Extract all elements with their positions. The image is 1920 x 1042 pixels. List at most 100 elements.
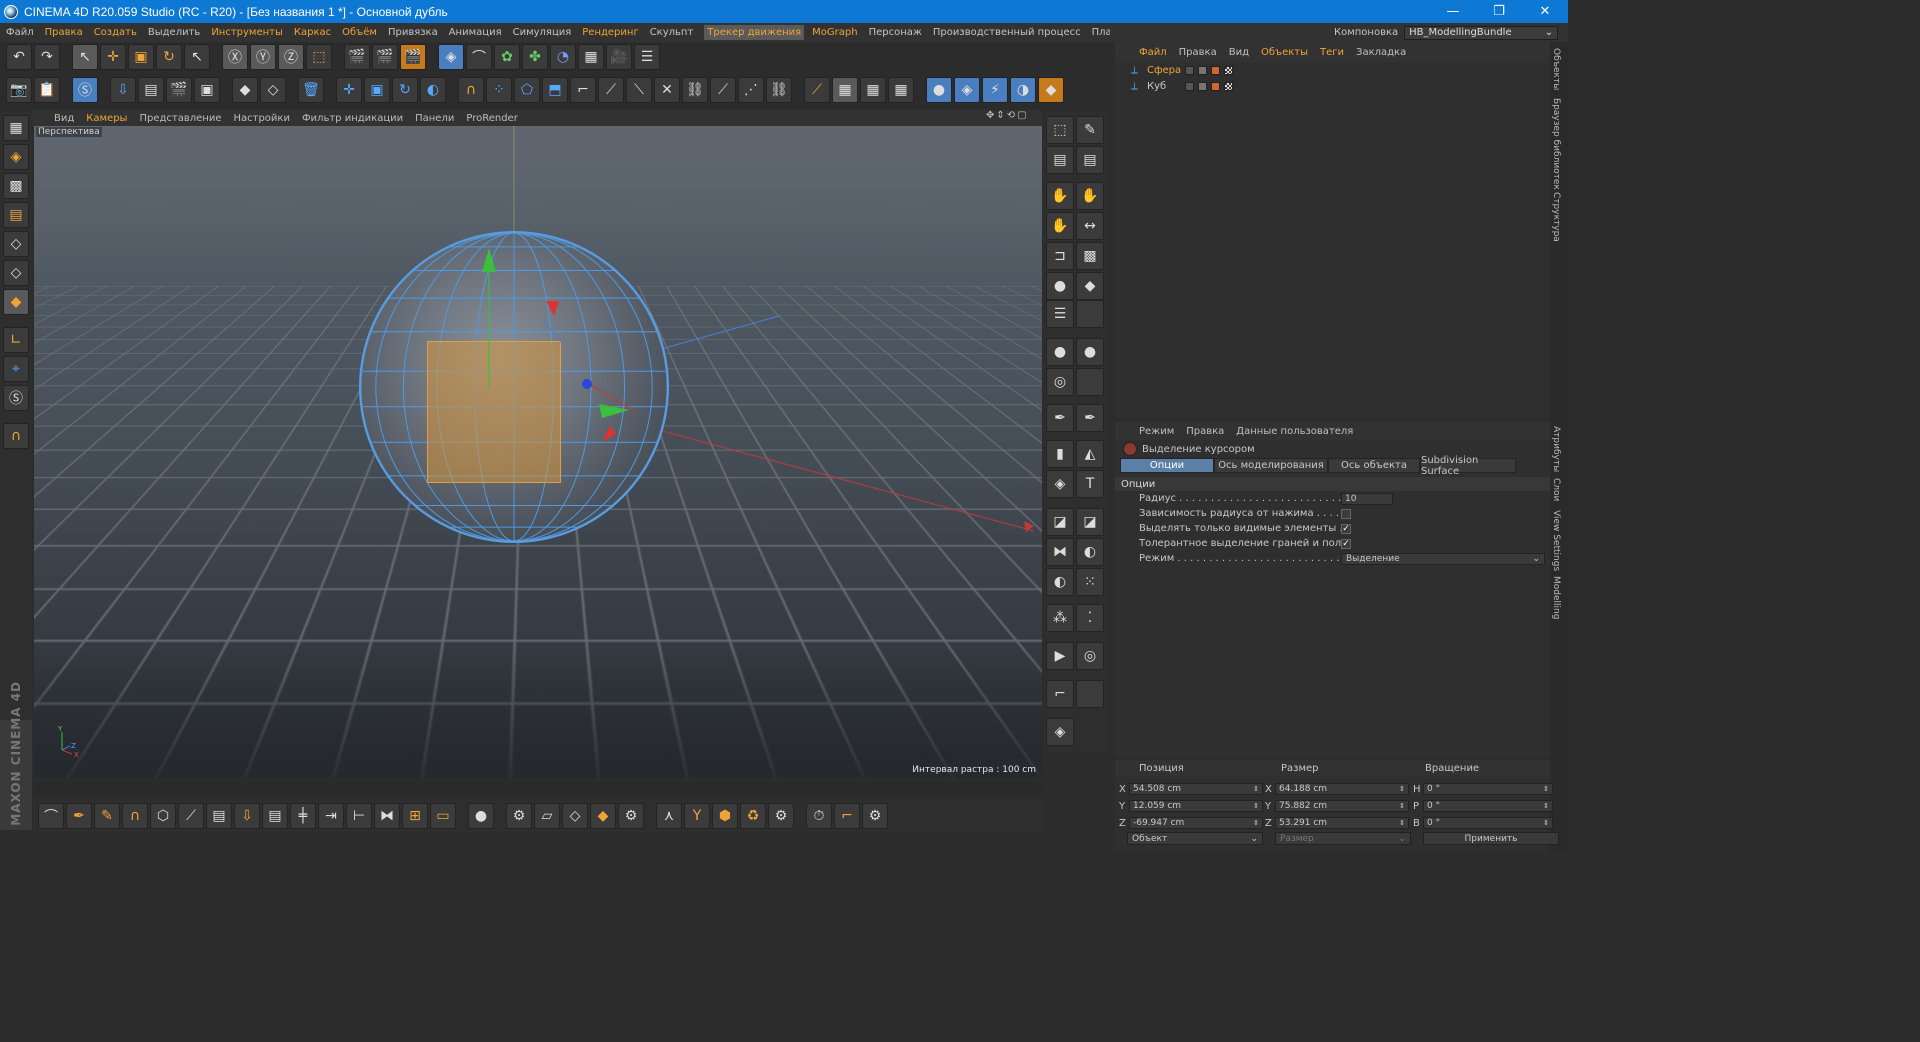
viewport-menu-item-0[interactable]: Вид — [54, 113, 74, 124]
rotate-ring-icon[interactable]: ↻ — [392, 77, 418, 103]
layer-remove-icon[interactable]: ▤ — [1076, 146, 1104, 174]
object-row[interactable]: ⟂ Сфера — [1115, 62, 1550, 78]
viewport-menu-item-3[interactable]: Настройки — [233, 113, 289, 124]
render-queue-icon[interactable]: 🎬 — [166, 77, 192, 103]
polygons-mode-icon[interactable]: ◆ — [3, 289, 29, 315]
bomb-icon[interactable]: ● — [1046, 338, 1074, 366]
gear-icon[interactable]: ⚙ — [618, 803, 644, 829]
move-tool-icon[interactable]: ✛ — [100, 44, 126, 70]
sweep-icon[interactable]: ⬢ — [712, 803, 738, 829]
tag-phong-icon[interactable] — [1211, 81, 1220, 91]
axis-grid-icon[interactable]: ▦ — [888, 77, 914, 103]
plane-icon[interactable]: ▱ — [534, 803, 560, 829]
weld-icon[interactable]: ⛓ — [682, 77, 708, 103]
sphere-orange-icon[interactable]: ● — [1046, 272, 1074, 300]
render-picture-viewer-icon[interactable]: 🎬 — [372, 44, 398, 70]
brush-select-icon[interactable]: ⁘ — [486, 77, 512, 103]
spline-smooth-icon[interactable]: ⌒ — [38, 803, 64, 829]
clipboard-icon[interactable]: 📋 — [34, 77, 60, 103]
scene-icon[interactable]: ◈ — [954, 77, 980, 103]
object-menu-item-3[interactable]: Объекты — [1261, 47, 1308, 58]
render-settings-icon[interactable]: 🎬 — [400, 44, 426, 70]
coord-input[interactable]: 0 ° ⇕ — [1423, 817, 1553, 829]
drop-icon[interactable]: ⇩ — [234, 803, 260, 829]
line-cut-icon[interactable]: ⟋ — [804, 77, 830, 103]
knife-icon[interactable]: ⟋ — [598, 77, 624, 103]
half-sphere-icon-2[interactable]: ◐ — [1046, 568, 1074, 596]
radius-input[interactable]: 10 — [1341, 492, 1393, 505]
measure-distance-icon[interactable]: ↔ — [1076, 212, 1104, 240]
light-icon[interactable]: ☰ — [634, 44, 660, 70]
box-blue-icon[interactable]: ◈ — [1046, 718, 1074, 746]
visibility-icon[interactable] — [1185, 81, 1194, 91]
layers-icon[interactable]: ▤ — [262, 803, 288, 829]
move-arrows-icon[interactable]: ✛ — [336, 77, 362, 103]
render-region-icon[interactable]: ▤ — [138, 77, 164, 103]
tooltip-icon[interactable]: ▮ — [1046, 440, 1074, 468]
object-menu-item-0[interactable]: Файл — [1139, 47, 1167, 58]
attr-menu-item-1[interactable]: Правка — [1186, 426, 1224, 437]
paint-brush-icon[interactable]: ✎ — [1076, 116, 1104, 144]
measure-icon[interactable]: ▭ — [430, 803, 456, 829]
menu-item-2[interactable]: Создать — [94, 27, 137, 38]
checker-grid-icon[interactable]: ▩ — [1076, 242, 1104, 270]
box-orange-icon[interactable]: ◆ — [590, 803, 616, 829]
side-tab-0[interactable]: Объекты — [1551, 48, 1561, 90]
delete-icon[interactable]: 🗑 — [298, 77, 324, 103]
snap-icon[interactable]: Ⓢ — [72, 77, 98, 103]
stepper-icon[interactable]: ⇕ — [1253, 802, 1259, 810]
timeline-icon[interactable]: ⏱ — [806, 803, 832, 829]
menu-item-9[interactable]: Симуляция — [513, 27, 572, 38]
snap-arrow-icon[interactable]: ⇥ — [318, 803, 344, 829]
viewport-perspective[interactable]: Перспектива Y X Z Интервал растра: 100 … — [34, 126, 1042, 778]
attr-checkbox[interactable]: ✓ — [1341, 538, 1351, 549]
stepper-icon[interactable]: ⇕ — [1543, 802, 1549, 810]
make-editable-icon[interactable]: 📷 — [6, 77, 32, 103]
layout-select[interactable]: HB_ModellingBundle ⌄ — [1404, 25, 1559, 40]
shapes-icon[interactable]: ◭ — [1076, 440, 1104, 468]
counter-icon[interactable]: ⌐ — [834, 803, 860, 829]
menu-item-8[interactable]: Анимация — [449, 27, 502, 38]
viewport-menu-item-1[interactable]: Камеры — [86, 113, 127, 124]
object-menu-item-2[interactable]: Вид — [1229, 47, 1249, 58]
visibility-icon[interactable] — [1185, 65, 1194, 75]
menu-item-10[interactable]: Рендеринг — [582, 27, 638, 38]
timeline-handle[interactable] — [34, 782, 1042, 796]
stepper-icon[interactable]: ⇕ — [1399, 802, 1405, 810]
object-menu-item-5[interactable]: Закладка — [1356, 47, 1406, 58]
rotate-tool-icon[interactable]: ↻ — [156, 44, 182, 70]
add-point-icon[interactable]: ⊞ — [402, 803, 428, 829]
points-mode-icon[interactable]: ◇ — [3, 231, 29, 257]
model-mode-icon[interactable]: ◆ — [232, 77, 258, 103]
restore-icon[interactable]: ❐ — [1476, 0, 1522, 23]
tag-material-icon[interactable] — [1198, 65, 1207, 75]
material-sphere-icon[interactable]: ● — [926, 77, 952, 103]
viewport-nav-icons[interactable]: ✥⇕⟲▢ — [986, 110, 1029, 121]
attr-tab-1[interactable]: Ось моделирования — [1214, 458, 1328, 473]
coord-input[interactable]: 53.291 cm ⇕ — [1275, 817, 1409, 829]
coord-input[interactable]: 64.188 cm ⇕ — [1275, 783, 1409, 795]
grid-snap-icon[interactable]: ▦ — [832, 77, 858, 103]
live-select-icon[interactable]: ↖ — [184, 44, 210, 70]
play-blue-icon[interactable]: ▶ — [1046, 642, 1074, 670]
menu-item-14[interactable]: Персонаж — [869, 27, 922, 38]
layer-stack-icon[interactable]: ▤ — [1046, 146, 1074, 174]
hair-icon[interactable]: ◑ — [1010, 77, 1036, 103]
menu-item-11[interactable]: Скульпт — [650, 27, 694, 38]
object-menu-item-1[interactable]: Правка — [1179, 47, 1217, 58]
menu-item-13[interactable]: MoGraph — [812, 27, 857, 38]
stepper-icon[interactable]: ⇕ — [1253, 819, 1259, 827]
mirror-triangle-icon[interactable]: ⧓ — [374, 803, 400, 829]
dynamics-icon[interactable]: ⚡ — [982, 77, 1008, 103]
extrude-icon[interactable]: ⬒ — [542, 77, 568, 103]
object-row[interactable]: ⟂ Куб — [1115, 78, 1550, 94]
viewport-render-icon[interactable]: ▣ — [194, 77, 220, 103]
hand-point-icon[interactable]: ✋ — [1046, 212, 1074, 240]
attr-menu-item-2[interactable]: Данные пользователя — [1236, 426, 1353, 437]
object-menu-item-4[interactable]: Теги — [1320, 47, 1344, 58]
stairs-icon[interactable]: ⟋ — [178, 803, 204, 829]
pen-icon-2[interactable]: ✒ — [1076, 404, 1104, 432]
camera-icon[interactable]: 🎥 — [606, 44, 632, 70]
soft-selection-icon[interactable]: Ⓢ — [3, 385, 29, 411]
menu-item-0[interactable]: Файл — [6, 27, 34, 38]
